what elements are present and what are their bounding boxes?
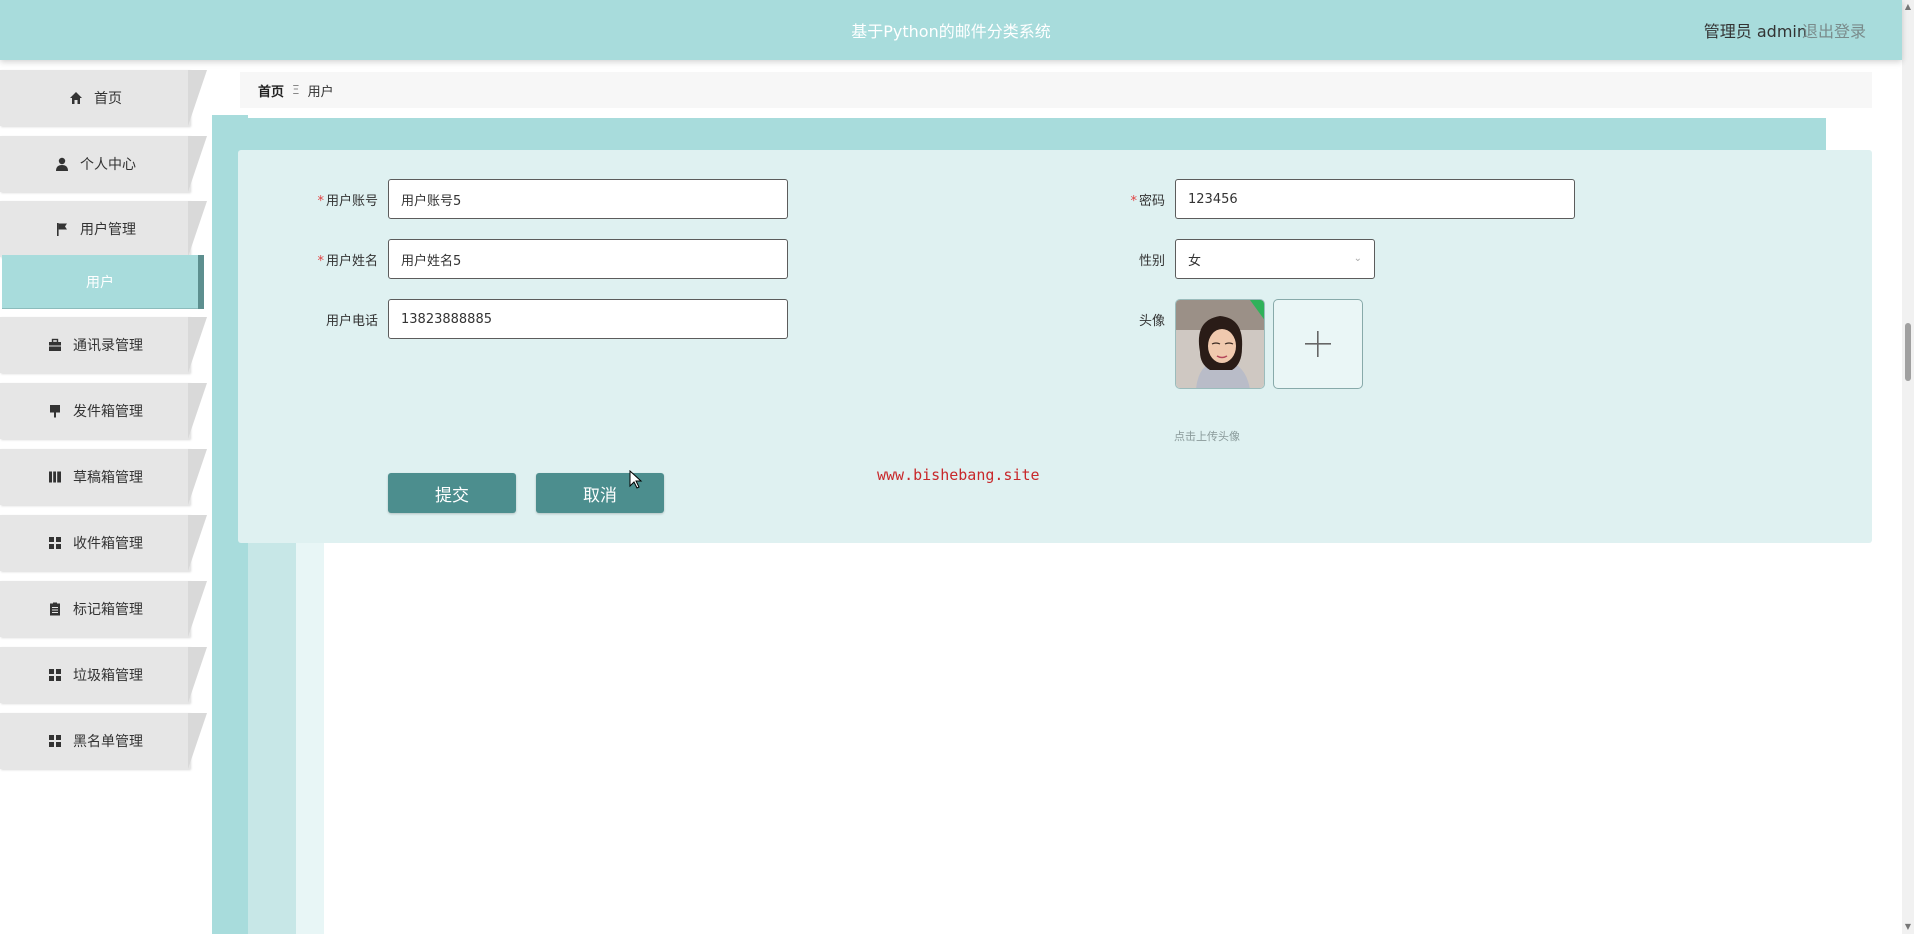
sidebar-item-trash[interactable]: 垃圾箱管理 xyxy=(0,647,207,703)
current-user-label: 管理员 admin xyxy=(1703,22,1807,41)
password-input[interactable]: 123456 xyxy=(1175,179,1575,219)
brush-icon xyxy=(47,403,63,419)
briefcase-icon xyxy=(47,337,63,353)
avatar-upload-button[interactable] xyxy=(1273,299,1363,389)
sidebar-item-label: 个人中心 xyxy=(80,157,136,173)
gender-select[interactable]: 女 ⌄ xyxy=(1175,239,1375,279)
scrollbar-thumb[interactable] xyxy=(1905,323,1911,381)
required-mark: * xyxy=(1130,194,1137,209)
sidebar-item-home[interactable]: 首页 xyxy=(0,70,207,126)
flag-icon xyxy=(54,221,70,237)
sidebar-subitem-user[interactable]: 用户 xyxy=(2,255,204,309)
required-mark: * xyxy=(317,254,324,269)
sidebar-item-label: 发件箱管理 xyxy=(73,404,143,420)
avatar-upload-hint: 点击上传头像 xyxy=(1174,430,1240,443)
book-icon xyxy=(47,469,63,485)
avatar-label: 头像 xyxy=(1138,314,1165,329)
required-mark: * xyxy=(317,194,324,209)
sidebar-item-label: 首页 xyxy=(94,91,122,107)
sidebar-item-outbox[interactable]: 发件箱管理 xyxy=(0,383,207,439)
top-header: 基于Python的邮件分类系统 管理员 admin 退出登录 xyxy=(0,0,1902,60)
sidebar-item-label: 用户管理 xyxy=(80,222,136,238)
sidebar-item-user-management[interactable]: 用户管理 xyxy=(0,201,207,257)
vertical-scrollbar[interactable]: ▲ ▼ xyxy=(1902,0,1914,934)
person-icon xyxy=(54,156,70,172)
clipboard-icon xyxy=(47,601,63,617)
scroll-down-icon[interactable]: ▼ xyxy=(1904,922,1912,932)
submit-button[interactable]: 提交 xyxy=(388,473,516,513)
sidebar-item-label: 收件箱管理 xyxy=(73,536,143,552)
grid-icon xyxy=(47,667,63,683)
mouse-cursor-icon xyxy=(629,470,643,489)
sidebar-item-contacts[interactable]: 通讯录管理 xyxy=(0,317,207,373)
sidebar-item-blacklist[interactable]: 黑名单管理 xyxy=(0,713,207,769)
password-label: * 密码 xyxy=(1130,194,1165,209)
sidebar-item-label: 垃圾箱管理 xyxy=(73,668,143,684)
breadcrumb-home[interactable]: 首页 xyxy=(258,81,284,100)
cancel-button[interactable]: 取消 xyxy=(536,473,664,513)
scroll-up-icon[interactable]: ▲ xyxy=(1904,2,1912,12)
sidebar-item-drafts[interactable]: 草稿箱管理 xyxy=(0,449,207,505)
home-icon xyxy=(68,90,84,106)
sidebar-item-flagged[interactable]: 标记箱管理 xyxy=(0,581,207,637)
plus-icon xyxy=(1305,331,1331,357)
account-label: * 用户账号 xyxy=(317,194,378,209)
gender-value: 女 xyxy=(1188,253,1202,269)
logout-link[interactable]: 退出登录 xyxy=(1802,18,1866,42)
sidebar-item-profile[interactable]: 个人中心 xyxy=(0,136,207,192)
sidebar-item-label: 标记箱管理 xyxy=(73,602,143,618)
phone-label: 用户电话 xyxy=(325,314,378,329)
app-title: 基于Python的邮件分类系统 xyxy=(851,22,1051,41)
breadcrumb-separator: Ξ xyxy=(292,83,300,97)
chevron-down-icon: ⌄ xyxy=(1353,253,1362,264)
account-input[interactable]: 用户账号5 xyxy=(388,179,788,219)
avatar-image[interactable] xyxy=(1175,299,1265,389)
grid-icon xyxy=(47,733,63,749)
sidebar-item-label: 通讯录管理 xyxy=(73,338,143,354)
sidebar-item-label: 黑名单管理 xyxy=(73,734,143,750)
decorative-band xyxy=(212,118,1826,150)
phone-input[interactable]: 13823888885 xyxy=(388,299,788,339)
sidebar-item-label: 草稿箱管理 xyxy=(73,470,143,486)
breadcrumb: 首页 Ξ 用户 xyxy=(240,72,1872,108)
breadcrumb-current: 用户 xyxy=(307,84,334,100)
gender-label: 性别 xyxy=(1138,254,1165,269)
name-label: * 用户姓名 xyxy=(317,254,378,269)
grid-icon xyxy=(47,535,63,551)
name-input[interactable]: 用户姓名5 xyxy=(388,239,788,279)
sidebar-item-inbox[interactable]: 收件箱管理 xyxy=(0,515,207,571)
watermark-text: www.bishebang.site xyxy=(877,466,1040,484)
